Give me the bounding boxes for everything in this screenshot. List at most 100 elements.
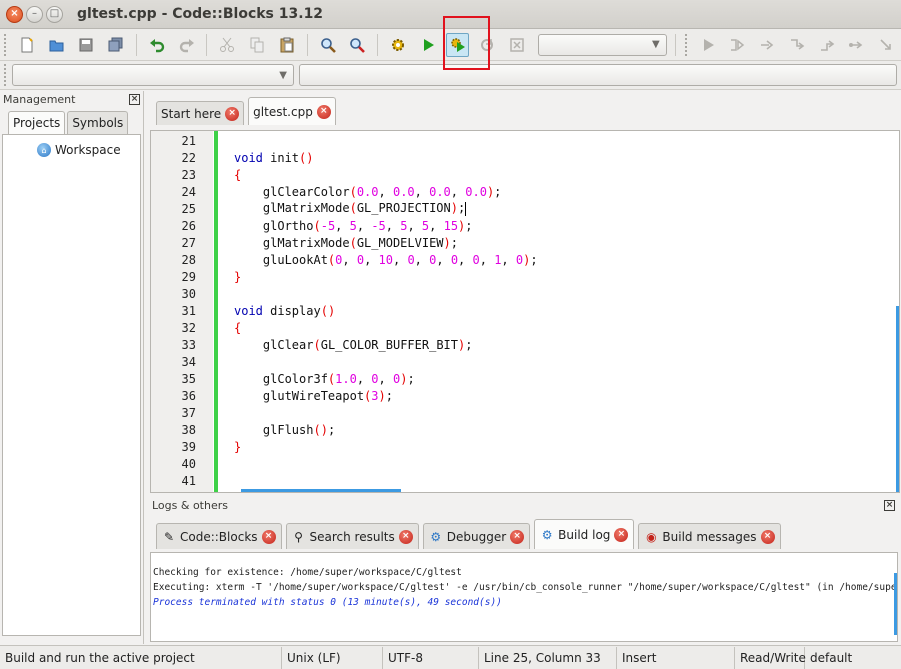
code-line[interactable]: 41: [151, 472, 899, 489]
redo-button[interactable]: [175, 33, 199, 57]
run-to-cursor-button[interactable]: [725, 33, 749, 57]
code-line[interactable]: 21: [151, 132, 899, 149]
copy-button[interactable]: [245, 33, 269, 57]
close-tab-icon[interactable]: ×: [614, 527, 629, 542]
line-number: 38: [181, 422, 196, 437]
code-line[interactable]: 33 glClear(GL_COLOR_BUFFER_BIT);: [151, 336, 899, 353]
tab-label: Build log: [558, 527, 611, 542]
close-panel-icon[interactable]: ×: [129, 93, 140, 105]
code-line[interactable]: 23 {: [151, 166, 899, 183]
line-number: 22: [181, 150, 196, 165]
new-file-button[interactable]: [15, 33, 39, 57]
replace-button[interactable]: [345, 33, 369, 57]
code-line[interactable]: 30: [151, 285, 899, 302]
code-line[interactable]: 32 {: [151, 319, 899, 336]
tab-start-here[interactable]: Start here ×: [156, 101, 245, 125]
code-line[interactable]: 34: [151, 353, 899, 370]
close-tab-icon[interactable]: ×: [398, 529, 413, 544]
vertical-scrollbar[interactable]: [894, 573, 897, 635]
code-editor[interactable]: 21 22 void init() 23 {24 glClearColor(0.0, 0…: [150, 130, 900, 493]
vertical-scrollbar[interactable]: [896, 306, 899, 492]
next-instruction-button[interactable]: [844, 33, 868, 57]
line-number: 27: [181, 235, 196, 250]
rebuild-button[interactable]: [475, 33, 499, 57]
toolbar-grip[interactable]: [4, 33, 8, 56]
debug-button[interactable]: [696, 33, 720, 57]
step-into-button[interactable]: [785, 33, 809, 57]
function-dropdown[interactable]: [299, 64, 897, 86]
code-line[interactable]: 24 glClearColor(0.0, 0.0, 0.0, 0.0);: [151, 183, 899, 200]
code-line[interactable]: 29}: [151, 268, 899, 285]
close-tab-icon[interactable]: ×: [225, 106, 240, 121]
tab-build-messages[interactable]: ◉ Build messages ×: [638, 523, 781, 549]
code-line[interactable]: 35 glColor3f(1.0, 0, 0);: [151, 370, 899, 387]
code-line[interactable]: 39}: [151, 438, 899, 455]
toolbar-grip[interactable]: [4, 64, 8, 86]
build-log-output[interactable]: Checking for existence: /home/super/work…: [150, 552, 898, 642]
line-number: 37: [181, 405, 196, 420]
cut-button[interactable]: [215, 33, 239, 57]
code-line[interactable]: 38 glFlush();: [151, 421, 899, 438]
line-number: 32: [181, 320, 196, 335]
line-number: 25: [181, 201, 196, 216]
tab-gltest-cpp[interactable]: gltest.cpp ×: [248, 97, 336, 125]
line-number: 29: [181, 269, 196, 284]
management-header: Management ×: [0, 91, 143, 107]
step-into-instruction-icon: [880, 38, 891, 50]
code-line[interactable]: 22 void init(): [151, 149, 899, 166]
code-line[interactable]: 40: [151, 455, 899, 472]
paste-button[interactable]: [275, 33, 299, 57]
close-tab-icon[interactable]: ×: [261, 529, 276, 544]
code-line[interactable]: 28 gluLookAt(0, 0, 10, 0, 0, 0, 0, 1, 0)…: [151, 251, 899, 268]
close-tab-icon[interactable]: ×: [510, 529, 525, 544]
find-button[interactable]: [316, 33, 340, 57]
close-window-button[interactable]: ×: [6, 5, 23, 23]
horizontal-scrollbar[interactable]: [241, 489, 401, 492]
code-line[interactable]: 25 glMatrixMode(GL_PROJECTION);: [151, 200, 899, 217]
logs-tabs: ✎ Code::Blocks × ⚲ Search results × ⚙ De…: [156, 519, 781, 549]
step-into-instruction-button[interactable]: [874, 33, 898, 57]
open-button[interactable]: [45, 33, 69, 57]
close-tab-icon[interactable]: ×: [760, 529, 775, 544]
tab-debugger[interactable]: ⚙ Debugger ×: [422, 523, 531, 549]
logs-panel: Logs & others × ✎ Code::Blocks × ⚲ Searc…: [148, 496, 901, 644]
save-all-button[interactable]: [104, 33, 128, 57]
minimize-window-button[interactable]: –: [26, 5, 43, 23]
line-number: 23: [181, 167, 196, 182]
status-encoding: UTF-8: [383, 646, 479, 669]
code-line[interactable]: 26 glOrtho(-5, 5, -5, 5, 5, 15);: [151, 217, 899, 234]
paste-icon: [280, 37, 294, 52]
status-eol: Unix (LF): [282, 646, 383, 669]
abort-button[interactable]: [505, 33, 529, 57]
open-icon: [49, 40, 64, 51]
tab-build-log[interactable]: ⚙ Build log ×: [534, 519, 635, 549]
build-button[interactable]: [386, 33, 410, 57]
code-text: gluLookAt(0, 0, 10, 0, 0, 0, 0, 1, 0);: [234, 252, 538, 267]
build-and-run-button[interactable]: [445, 32, 470, 57]
undo-button[interactable]: [145, 33, 169, 57]
magnifier-icon: ⚲: [294, 529, 303, 544]
step-out-button[interactable]: [815, 33, 839, 57]
tab-symbols[interactable]: Symbols: [67, 111, 129, 134]
next-line-button[interactable]: [755, 33, 779, 57]
toolbar-grip[interactable]: [684, 33, 689, 56]
tab-label: Debugger: [446, 529, 507, 544]
line-number: 35: [181, 371, 196, 386]
tab-search-results[interactable]: ⚲ Search results ×: [285, 523, 419, 549]
tab-projects[interactable]: Projects: [8, 111, 66, 134]
run-button[interactable]: [416, 33, 440, 57]
code-line[interactable]: 27 glMatrixMode(GL_MODELVIEW);: [151, 234, 899, 251]
status-mode: Insert: [617, 646, 735, 669]
code-line[interactable]: 37: [151, 404, 899, 421]
close-panel-icon[interactable]: ×: [884, 499, 895, 511]
close-tab-icon[interactable]: ×: [316, 104, 331, 119]
maximize-window-button[interactable]: □: [46, 5, 63, 23]
tab-codeblocks-log[interactable]: ✎ Code::Blocks ×: [156, 523, 282, 549]
code-line[interactable]: 36 glutWireTeapot(3);: [151, 387, 899, 404]
save-button[interactable]: [74, 33, 98, 57]
scope-dropdown[interactable]: ▼: [12, 64, 294, 86]
status-position: Line 25, Column 33: [479, 646, 617, 669]
build-target-dropdown[interactable]: ▼: [537, 33, 667, 56]
code-line[interactable]: 31 void display(): [151, 302, 899, 319]
tree-item-workspace[interactable]: ⌂ Workspace: [3, 143, 140, 157]
